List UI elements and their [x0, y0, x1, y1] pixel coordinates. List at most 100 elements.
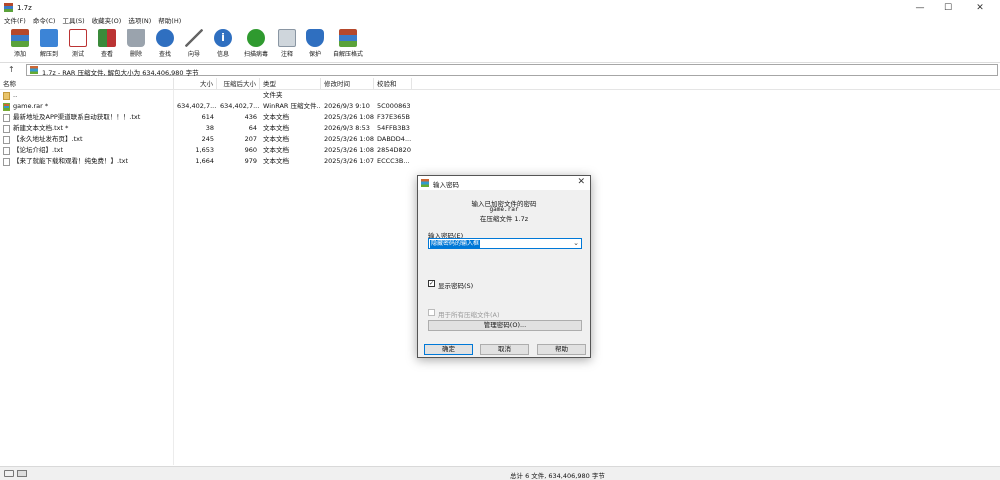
- cell-packed: 64: [248, 124, 257, 132]
- info-button[interactable]: i 信息: [211, 29, 235, 58]
- column-type[interactable]: 类型: [260, 78, 321, 90]
- virus-scan-icon: [247, 29, 265, 47]
- cell-packed: 436: [244, 113, 257, 121]
- winrar-app-icon: [4, 3, 13, 12]
- cell-crc: 54FFB3B3: [377, 124, 410, 132]
- manage-passwords-button[interactable]: 管理密码(O)...: [428, 320, 582, 331]
- menu-commands[interactable]: 命令(C): [33, 16, 56, 27]
- up-arrow-icon[interactable]: ↑: [8, 65, 15, 74]
- cell-crc: [374, 90, 412, 101]
- test-icon: [69, 29, 87, 47]
- view-label: 查看: [100, 51, 113, 58]
- cell-packed: [217, 90, 260, 101]
- help-button[interactable]: 帮助: [537, 344, 586, 355]
- ok-button[interactable]: 确定: [424, 344, 473, 355]
- folder-extract-icon: [40, 29, 58, 47]
- protect-label: 保护: [308, 51, 321, 58]
- comment-button[interactable]: 注释: [275, 29, 299, 58]
- cell-type: 文本文档: [263, 124, 289, 132]
- sfx-label: 自解压格式: [332, 51, 363, 58]
- cell-type: WinRAR 压缩文件...: [263, 102, 321, 110]
- text-file-icon: [3, 136, 10, 144]
- password-input[interactable]: 隐藏密码的输入框 ⌄: [428, 238, 582, 249]
- add-button[interactable]: 添加: [8, 29, 32, 58]
- menu-file[interactable]: 文件(F): [4, 16, 26, 27]
- test-button[interactable]: 测试: [66, 29, 90, 58]
- column-name[interactable]: 名称: [0, 78, 174, 90]
- view-button[interactable]: 查看: [95, 29, 119, 58]
- trash-icon: [127, 29, 145, 47]
- table-row[interactable]: 【论坛介绍】.txt 1,653 960 文本文档 2025/3/26 1:08 2854…: [0, 145, 1000, 156]
- cell-crc: 2854D820: [377, 146, 411, 154]
- sfx-button[interactable]: 自解压格式: [330, 29, 366, 58]
- minimize-button[interactable]: —: [906, 0, 934, 16]
- extract-button[interactable]: 解压到: [37, 29, 61, 58]
- table-row[interactable]: 新建文本文档.txt * 38 64 文本文档 2026/9/3 8:53 54FFB3B…: [0, 123, 1000, 134]
- cell-name: 最新地址及APP渠道联系自动获取！！！.txt: [13, 113, 141, 121]
- chevron-down-icon[interactable]: ⌄: [573, 239, 579, 248]
- info-label: 信息: [216, 51, 229, 58]
- table-row[interactable]: 【永久地址发布页】.txt 245 207 文本文档 2025/3/26 1:08 DAB…: [0, 134, 1000, 145]
- close-button[interactable]: ✕: [966, 0, 994, 16]
- path-box[interactable]: 1.7z - RAR 压缩文件, 解包大小为 634,406,980 字节: [26, 64, 998, 77]
- add-archive-icon: [11, 29, 29, 47]
- cell-modified: 2025/3/26 1:07: [324, 157, 374, 165]
- cell-type: 文件夹: [263, 91, 283, 99]
- cell-name: 【论坛介绍】.txt: [13, 146, 64, 154]
- find-button[interactable]: 查找: [153, 29, 177, 58]
- dialog-title-bar: 输入密码 ✕: [418, 176, 590, 190]
- column-packed[interactable]: 压缩后大小: [217, 78, 260, 90]
- show-password-checkbox[interactable]: ✓: [428, 280, 435, 287]
- menu-favorites[interactable]: 收藏夹(O): [92, 16, 122, 27]
- text-file-icon: [3, 147, 10, 155]
- password-value: 隐藏密码的输入框: [430, 240, 481, 248]
- wizard-wand-icon: [185, 29, 203, 47]
- archive-path: 1.7z - RAR 压缩文件, 解包大小为 634,406,980 字节: [42, 69, 199, 77]
- add-label: 添加: [13, 51, 26, 58]
- table-row[interactable]: game.rar * 634,402,7... 634,402,7... WinRAR…: [0, 101, 1000, 112]
- view-book-icon: [98, 29, 116, 47]
- use-for-all-label: 用于所有压缩文件(A): [438, 311, 500, 319]
- archive-icon: [30, 66, 38, 74]
- cell-size: 1,653: [195, 146, 214, 154]
- cell-packed: 207: [244, 135, 257, 143]
- menu-tools[interactable]: 工具(S): [62, 16, 84, 27]
- status-bar: 总计 6 文件, 634,406,980 字节: [0, 466, 1000, 480]
- column-size[interactable]: 大小: [174, 78, 217, 90]
- cancel-button[interactable]: 取消: [480, 344, 529, 355]
- virus-scan-label: 扫描病毒: [243, 51, 268, 58]
- delete-button[interactable]: 删除: [124, 29, 148, 58]
- table-row[interactable]: 最新地址及APP渠道联系自动获取！！！.txt 614 436 文本文档 2025/3/…: [0, 112, 1000, 123]
- menu-help[interactable]: 帮助(H): [158, 16, 181, 27]
- cell-crc: 5C000863: [377, 102, 411, 110]
- cell-modified: [321, 90, 374, 101]
- use-for-all-checkbox[interactable]: [428, 309, 435, 316]
- dialog-close-icon[interactable]: ✕: [577, 177, 585, 187]
- column-crc[interactable]: 校验和: [374, 78, 412, 90]
- menu-options[interactable]: 选项(N): [128, 16, 151, 27]
- cell-modified: 2025/3/26 1:08: [324, 135, 374, 143]
- table-row[interactable]: 【来了就能下载和观看！纯免费！】.txt 1,664 979 文本文档 2025/3/2…: [0, 156, 1000, 167]
- comment-icon: [278, 29, 296, 47]
- protect-button[interactable]: 保护: [303, 29, 327, 58]
- cell-crc: DABDD4...: [377, 135, 412, 143]
- cell-name: ..: [13, 91, 18, 99]
- column-modified[interactable]: 修改时间: [321, 78, 374, 90]
- folder-icon: [3, 92, 10, 100]
- cell-size: 1,664: [195, 157, 214, 165]
- wizard-button[interactable]: 向导: [182, 29, 206, 58]
- password-dialog: 输入密码 ✕ 输入已加密文件的密码 game.rar 在压缩文件 1.7z 输入…: [417, 175, 591, 358]
- table-row[interactable]: .. 文件夹: [0, 90, 1000, 101]
- virus-scan-button[interactable]: 扫描病毒: [238, 29, 274, 58]
- test-label: 测试: [71, 51, 84, 58]
- find-label: 查找: [158, 51, 171, 58]
- winrar-window: 1.7z — ☐ ✕ 文件(F) 命令(C) 工具(S) 收藏夹(O) 选项(N…: [0, 0, 1000, 480]
- cell-size: 38: [205, 124, 214, 132]
- maximize-button[interactable]: ☐: [934, 0, 962, 16]
- text-file-icon: [3, 114, 10, 122]
- extract-label: 解压到: [39, 51, 58, 58]
- show-password-label: 显示密码(S): [438, 282, 474, 290]
- file-rows: .. 文件夹 game.rar * 634,402,7... 634,402,7... W…: [0, 90, 1000, 167]
- dialog-archive-name: 在压缩文件 1.7z: [479, 215, 529, 223]
- status-text: 总计 6 文件, 634,406,980 字节: [510, 472, 605, 480]
